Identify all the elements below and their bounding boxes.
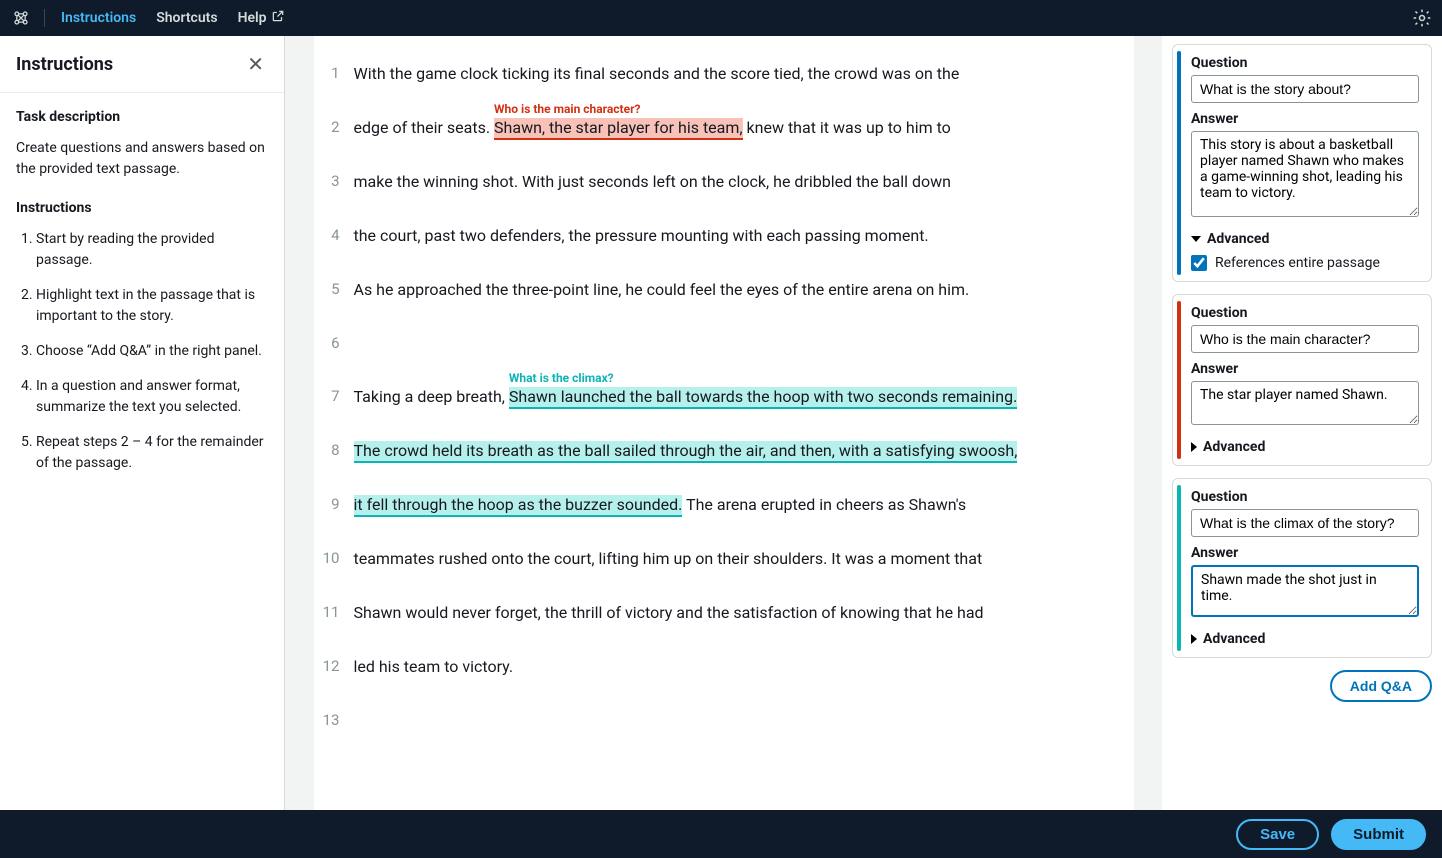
passage-line: it fell through the hoop as the buzzer s… — [354, 493, 1110, 517]
question-label: Question — [1191, 55, 1419, 71]
passage[interactable]: 1With the game clock ticking its final s… — [314, 36, 1134, 810]
task-description-heading: Task description — [16, 107, 268, 128]
advanced-toggle[interactable]: Advanced — [1191, 231, 1419, 247]
external-link-icon — [271, 9, 285, 27]
passage-line: edge of their seats. Who is the main cha… — [354, 116, 1110, 140]
advanced-toggle[interactable]: Advanced — [1191, 631, 1419, 647]
line-number: 13 — [314, 709, 354, 732]
answer-label: Answer — [1191, 545, 1419, 561]
references-entire-passage-checkbox[interactable] — [1191, 255, 1207, 271]
line-number: 7 — [314, 385, 354, 409]
task-description-text: Create questions and answers based on th… — [16, 138, 268, 180]
question-input[interactable] — [1191, 75, 1419, 103]
qa-panel: Question Answer Advanced References enti… — [1162, 36, 1442, 810]
line-number: 9 — [314, 493, 354, 517]
question-label: Question — [1191, 489, 1419, 505]
main-area: Instructions ✕ Task description Create q… — [0, 36, 1442, 810]
passage-line: make the winning shot. With just seconds… — [354, 170, 1110, 194]
question-input[interactable] — [1191, 325, 1419, 353]
answer-label: Answer — [1191, 361, 1419, 377]
line-number: 1 — [314, 62, 354, 86]
passage-line: the court, past two defenders, the press… — [354, 224, 1110, 248]
close-sidebar-icon[interactable]: ✕ — [243, 50, 268, 78]
highlight-teal[interactable]: The crowd held its breath as the ball sa… — [354, 441, 1018, 463]
settings-gear-icon[interactable] — [1412, 8, 1432, 28]
line-number: 3 — [314, 170, 354, 194]
save-button[interactable]: Save — [1236, 819, 1319, 850]
passage-container: 1With the game clock ticking its final s… — [285, 36, 1162, 810]
top-bar: Instructions Shortcuts Help — [0, 0, 1442, 36]
advanced-toggle[interactable]: Advanced — [1191, 439, 1419, 455]
line-number: 6 — [314, 332, 354, 355]
line-number: 5 — [314, 278, 354, 302]
caret-down-icon — [1191, 236, 1201, 242]
highlight-annotation-red: Who is the main character? — [494, 100, 640, 118]
add-qa-button[interactable]: Add Q&A — [1330, 670, 1432, 702]
highlight-teal[interactable]: it fell through the hoop as the buzzer s… — [354, 495, 683, 517]
passage-line: As he approached the three-point line, h… — [354, 278, 1110, 302]
line-number: 8 — [314, 439, 354, 463]
line-number: 10 — [314, 547, 354, 571]
sidebar-title: Instructions — [16, 54, 113, 75]
nav-help-label: Help — [238, 10, 267, 26]
passage-line — [354, 332, 1110, 355]
references-entire-passage-label: References entire passage — [1215, 255, 1380, 271]
nav-shortcuts[interactable]: Shortcuts — [146, 10, 227, 26]
answer-label: Answer — [1191, 111, 1419, 127]
passage-line: teammates rushed onto the court, lifting… — [354, 547, 1110, 571]
sidebar-body: Task description Create questions and an… — [0, 93, 284, 502]
instructions-sidebar: Instructions ✕ Task description Create q… — [0, 36, 285, 810]
nav-help[interactable]: Help — [228, 9, 295, 27]
highlight-teal[interactable]: Shawn launched the ball towards the hoop… — [509, 387, 1017, 409]
passage-line — [354, 709, 1110, 732]
qa-card: Question Answer Advanced References enti… — [1172, 44, 1432, 282]
advanced-body: References entire passage — [1191, 255, 1419, 271]
passage-line: The crowd held its breath as the ball sa… — [354, 439, 1110, 463]
passage-line: Taking a deep breath, What is the climax… — [354, 385, 1110, 409]
caret-right-icon — [1191, 634, 1197, 644]
highlight-annotation-teal: What is the climax? — [509, 369, 614, 387]
passage-line: Shawn would never forget, the thrill of … — [354, 601, 1110, 625]
instruction-step: Highlight text in the passage that is im… — [36, 285, 268, 327]
question-input[interactable] — [1191, 509, 1419, 537]
passage-line: led his team to victory. — [354, 655, 1110, 679]
nav-instructions[interactable]: Instructions — [51, 10, 146, 26]
answer-textarea[interactable] — [1191, 565, 1419, 617]
question-label: Question — [1191, 305, 1419, 321]
instruction-step: In a question and answer format, summari… — [36, 376, 268, 418]
answer-textarea[interactable] — [1191, 381, 1419, 425]
passage-line: With the game clock ticking its final se… — [354, 62, 1110, 86]
instruction-steps: Start by reading the provided passage. H… — [16, 229, 268, 474]
line-number: 4 — [314, 224, 354, 248]
divider — [44, 9, 45, 27]
line-number: 2 — [314, 116, 354, 140]
footer-bar: Save Submit — [0, 810, 1442, 858]
qa-card: Question Answer Advanced — [1172, 478, 1432, 658]
answer-textarea[interactable] — [1191, 131, 1419, 217]
highlight-red[interactable]: Shawn, the star player for his team, — [494, 118, 743, 140]
sidebar-header: Instructions ✕ — [0, 36, 284, 93]
add-qa-row: Add Q&A — [1172, 670, 1432, 702]
caret-right-icon — [1191, 442, 1197, 452]
instruction-step: Repeat steps 2 – 4 for the remainder of … — [36, 432, 268, 474]
line-number: 11 — [314, 601, 354, 625]
line-number: 12 — [314, 655, 354, 679]
instructions-heading: Instructions — [16, 198, 268, 219]
instruction-step: Start by reading the provided passage. — [36, 229, 268, 271]
app-logo-icon — [10, 7, 32, 29]
instruction-step: Choose “Add Q&A” in the right panel. — [36, 341, 268, 362]
qa-card: Question Answer Advanced — [1172, 294, 1432, 466]
submit-button[interactable]: Submit — [1331, 819, 1426, 850]
